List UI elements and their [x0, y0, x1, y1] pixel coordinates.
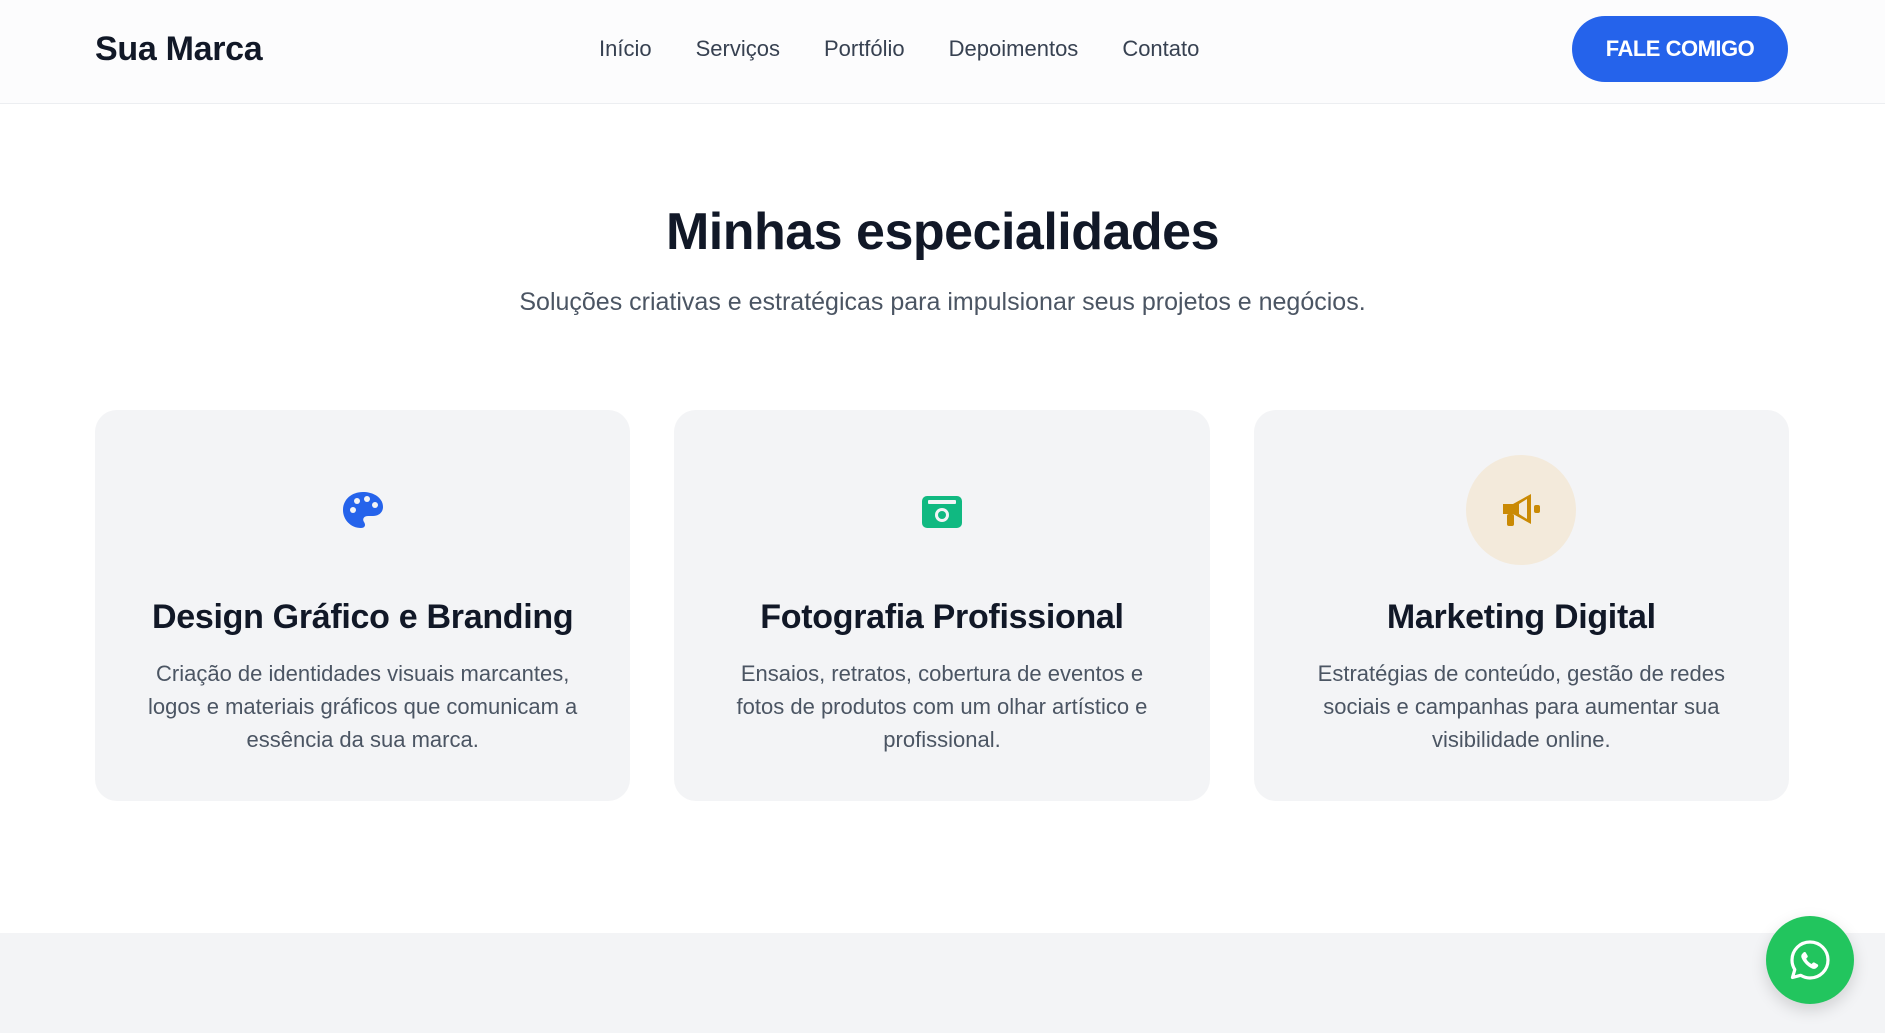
service-card-photography: Fotografia Profissional Ensaios, retrato… [674, 410, 1210, 801]
brand-logo[interactable]: Sua Marca [95, 30, 263, 69]
card-title: Design Gráfico e Branding [151, 598, 574, 636]
contact-cta-button[interactable]: FALE COMIGO [1572, 16, 1788, 82]
whatsapp-icon [1790, 940, 1830, 980]
card-title: Fotografia Profissional [760, 598, 1124, 636]
next-section-band [0, 933, 1885, 1033]
site-header: Sua Marca Início Serviços Portfólio Depo… [0, 0, 1885, 104]
card-description: Ensaios, retratos, cobertura de eventos … [736, 661, 1148, 752]
nav-link-contato[interactable]: Contato [1122, 36, 1199, 62]
megaphone-icon [1466, 455, 1577, 565]
nav-link-depoimentos[interactable]: Depoimentos [949, 36, 1079, 62]
card-description: Criação de identidades visuais marcantes… [148, 661, 578, 752]
service-card-marketing: Marketing Digital Estratégias de conteúd… [1253, 410, 1789, 801]
whatsapp-button[interactable] [1766, 916, 1854, 1004]
nav-link-inicio[interactable]: Início [599, 36, 652, 62]
card-description: Estratégias de conteúdo, gestão de redes… [1317, 661, 1725, 752]
main-nav: Início Serviços Portfólio Depoimentos Co… [599, 36, 1199, 62]
card-title: Marketing Digital [1386, 598, 1656, 636]
palette-icon [308, 455, 418, 565]
service-card-design: Design Gráfico e Branding Criação de ide… [95, 410, 631, 801]
section-title: Minhas especialidades [665, 203, 1220, 261]
section-subtitle: Soluções criativas e estratégicas para i… [519, 288, 1366, 316]
nav-link-servicos[interactable]: Serviços [696, 36, 780, 62]
nav-link-portfolio[interactable]: Portfólio [824, 36, 905, 62]
specialties-cards: Design Gráfico e Branding Criação de ide… [95, 410, 1789, 801]
camera-icon [887, 455, 997, 565]
